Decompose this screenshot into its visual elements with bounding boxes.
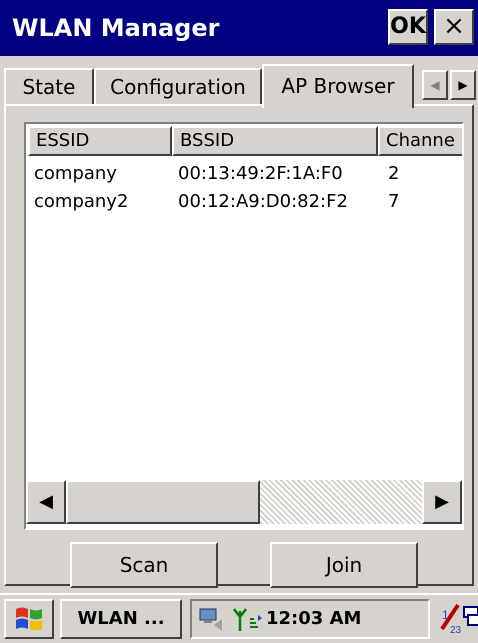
taskbar-wlan-button[interactable]: WLAN ...: [60, 599, 182, 639]
tab-ap-browser[interactable]: AP Browser: [262, 64, 414, 108]
chevron-left-icon: ◀: [430, 78, 440, 92]
scan-button[interactable]: Scan: [70, 542, 218, 588]
channel-cell: 7: [388, 191, 400, 212]
close-button[interactable]: ×: [434, 9, 474, 45]
scroll-left-button[interactable]: ◀: [26, 480, 66, 524]
ok-button[interactable]: OK: [388, 9, 428, 45]
svg-text:1: 1: [442, 608, 449, 622]
window-switch-icon: [463, 606, 478, 626]
column-header-bssid[interactable]: BSSID: [172, 126, 378, 156]
network-icon[interactable]: [196, 605, 226, 633]
ap-list[interactable]: ESSID BSSID Channe company 00:13:49:2F:1…: [24, 122, 464, 530]
scroll-thumb[interactable]: [66, 480, 260, 524]
bssid-cell: 00:13:49:2F:1A:F0: [178, 163, 343, 184]
arrow-left-icon: ◀: [39, 491, 53, 512]
horizontal-scrollbar[interactable]: ◀ ▶: [26, 480, 462, 524]
tab-scroll-left[interactable]: ◀: [422, 70, 448, 100]
essid-cell: company: [34, 163, 117, 184]
arrow-right-icon: ▶: [435, 491, 449, 512]
tab-strip: State Configuration AP Browser: [0, 64, 478, 108]
input-panel-button[interactable]: 1 23: [438, 599, 462, 639]
scroll-right-button[interactable]: ▶: [422, 480, 462, 524]
start-button[interactable]: [4, 599, 54, 639]
tab-state[interactable]: State: [4, 68, 94, 104]
essid-cell: company2: [34, 191, 129, 212]
clock[interactable]: 12:03 AM: [266, 601, 361, 637]
chevron-right-icon: ▶: [458, 78, 468, 92]
wifi-signal-icon[interactable]: [230, 605, 264, 633]
window-switch-button[interactable]: [462, 599, 478, 639]
taskbar: WLAN ... 12:03 AM 1 23: [0, 593, 478, 643]
channel-cell: 2: [388, 163, 400, 184]
table-row[interactable]: company2 00:12:A9:D0:82:F2 7: [26, 188, 462, 216]
input-panel-icon: 1 23: [440, 603, 462, 636]
title-bar: WLAN Manager OK ×: [0, 0, 478, 56]
system-tray: 12:03 AM: [190, 599, 430, 639]
bssid-cell: 00:12:A9:D0:82:F2: [178, 191, 348, 212]
column-header-channel[interactable]: Channe: [378, 126, 462, 156]
column-header-essid[interactable]: ESSID: [28, 126, 172, 156]
table-row[interactable]: company 00:13:49:2F:1A:F0 2: [26, 160, 462, 188]
svg-text:23: 23: [450, 625, 462, 635]
tab-scroll-right[interactable]: ▶: [450, 70, 476, 100]
windows-flag-icon: [16, 607, 42, 631]
tab-configuration[interactable]: Configuration: [94, 68, 262, 104]
window-title: WLAN Manager: [12, 14, 220, 42]
join-button[interactable]: Join: [270, 542, 418, 588]
